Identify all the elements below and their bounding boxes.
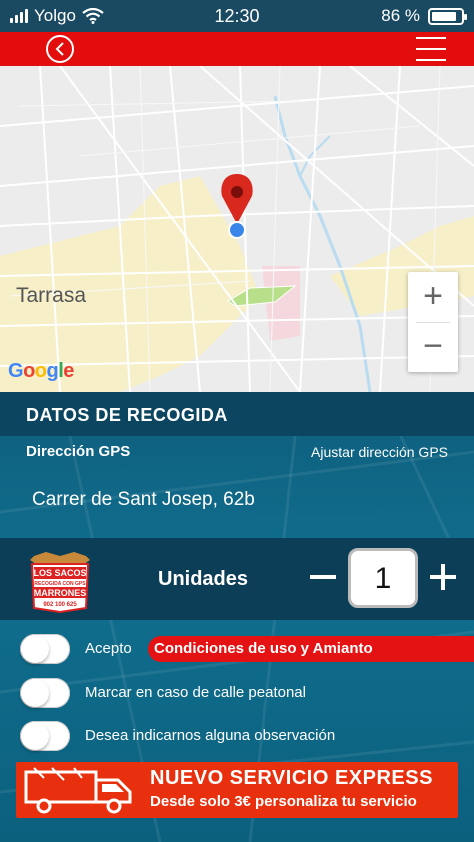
logo-line2: RECOGIDA CON GPS bbox=[34, 581, 86, 587]
back-button[interactable] bbox=[46, 35, 74, 63]
status-bar: Yolgo 12:30 86 % bbox=[0, 0, 474, 32]
units-quantity-field[interactable]: 1 bbox=[348, 548, 418, 608]
logo-phone: 902 100 625 bbox=[43, 602, 77, 608]
map-view[interactable]: Tarrasa Google + − bbox=[0, 66, 474, 392]
battery-fill bbox=[432, 11, 457, 21]
observation-row: Desea indicarnos alguna observación bbox=[0, 721, 474, 755]
logo-line3: MARRONES bbox=[34, 588, 87, 598]
current-location-dot-icon bbox=[228, 221, 246, 239]
zoom-controls: + − bbox=[408, 272, 458, 372]
map-background bbox=[0, 66, 474, 392]
los-sacos-marrones-logo: LOS SACOS RECOGIDA CON GPS MARRONES 902 … bbox=[30, 552, 90, 614]
units-label: Unidades bbox=[158, 568, 249, 590]
gps-label: Dirección GPS bbox=[26, 443, 131, 460]
address-text: Carrer de Sant Josep, 62b bbox=[32, 489, 255, 510]
pickup-form: DATOS DE RECOGIDA Dirección GPS Ajustar … bbox=[0, 392, 474, 842]
battery-percent: 86 % bbox=[381, 6, 420, 25]
toggle-knob bbox=[21, 635, 49, 663]
form-title: DATOS DE RECOGIDA bbox=[26, 405, 228, 425]
observation-label: Desea indicarnos alguna observación bbox=[85, 727, 336, 744]
accept-label: Acepto bbox=[85, 640, 132, 657]
express-title: NUEVO SERVICIO EXPRESS bbox=[150, 767, 433, 789]
map-city-label: Tarrasa bbox=[16, 284, 87, 307]
adjust-gps-link[interactable]: Ajustar dirección GPS bbox=[311, 444, 448, 460]
google-logo: Google bbox=[8, 360, 74, 382]
zoom-out-button[interactable]: − bbox=[408, 322, 458, 372]
pedestrian-label: Marcar en caso de calle peatonal bbox=[85, 684, 306, 701]
toggle-knob bbox=[21, 679, 49, 707]
decrease-units-button[interactable] bbox=[308, 562, 338, 592]
status-right: 86 % bbox=[381, 6, 467, 26]
menu-icon-bar bbox=[416, 59, 446, 61]
pedestrian-toggle[interactable] bbox=[20, 678, 70, 708]
toggle-knob bbox=[21, 722, 49, 750]
logo-line1: LOS SACOS bbox=[33, 568, 86, 578]
accept-toggle[interactable] bbox=[20, 634, 70, 664]
app-header bbox=[0, 32, 474, 66]
observation-toggle[interactable] bbox=[20, 721, 70, 751]
menu-icon-bar bbox=[416, 48, 446, 50]
back-icon bbox=[55, 42, 64, 56]
battery-icon bbox=[428, 7, 467, 25]
pedestrian-row: Marcar en caso de calle peatonal bbox=[0, 678, 474, 712]
zoom-in-button[interactable]: + bbox=[408, 272, 458, 322]
express-subtitle: Desde solo 3€ personaliza tu servicio bbox=[150, 793, 417, 810]
increase-units-button[interactable] bbox=[428, 562, 458, 592]
truck-icon bbox=[24, 767, 132, 814]
express-service-banner[interactable]: NUEVO SERVICIO EXPRESS Desde solo 3€ per… bbox=[16, 762, 458, 818]
menu-button[interactable] bbox=[416, 37, 446, 61]
conditions-link[interactable]: Condiciones de uso y Amianto bbox=[148, 636, 474, 662]
accept-row: Acepto Condiciones de uso y Amianto bbox=[0, 634, 474, 668]
menu-icon-bar bbox=[416, 37, 446, 39]
